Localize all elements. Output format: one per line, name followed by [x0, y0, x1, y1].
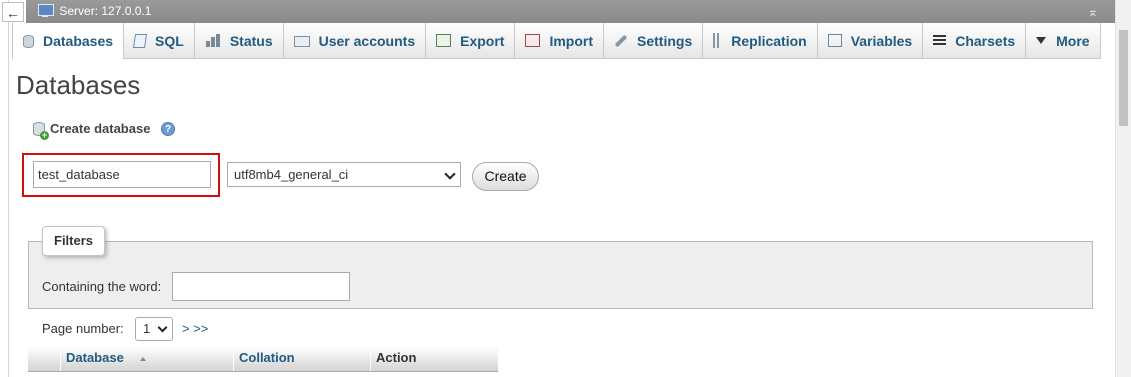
tab-label: Databases: [43, 33, 114, 49]
collation-selected-value: utf8mb4_general_ci: [234, 167, 349, 182]
left-gutter: [0, 0, 9, 377]
server-title[interactable]: Server: 127.0.0.1: [59, 4, 151, 18]
tab-variables[interactable]: Variables: [817, 23, 924, 59]
databases-table-header: Database Collation Action: [28, 347, 498, 372]
database-add-icon: [33, 121, 49, 140]
user-accounts-icon: [293, 36, 310, 47]
tab-databases[interactable]: Databases: [12, 23, 125, 60]
database-name-input[interactable]: [33, 161, 211, 188]
chevron-down-icon: [444, 168, 456, 180]
back-arrow-button[interactable]: ←: [2, 2, 24, 22]
create-database-heading: Create database: [33, 121, 151, 140]
collapse-top-icon[interactable]: ⌅: [1085, 0, 1101, 23]
replication-icon: [713, 33, 720, 48]
tab-settings[interactable]: Settings: [604, 23, 704, 59]
export-icon: [436, 34, 452, 47]
tab-user-accounts[interactable]: User accounts: [283, 23, 427, 59]
column-label: Collation: [239, 350, 295, 365]
server-breadcrumb-bar: Server: 127.0.0.1 ⌅: [26, 0, 1115, 23]
status-icon: [205, 33, 221, 49]
containing-word-label: Containing the word:: [42, 279, 162, 294]
tab-label: User accounts: [318, 32, 416, 49]
main-tabs: Databases SQL Status User accounts Expor…: [12, 23, 1101, 60]
wrench-icon: [614, 34, 628, 48]
page-number-select[interactable]: 1: [135, 317, 173, 341]
tab-label: Variables: [850, 32, 913, 49]
sort-ascending-icon: [140, 357, 147, 361]
tab-label: SQL: [155, 32, 184, 49]
tab-sql[interactable]: SQL: [124, 23, 195, 59]
tab-more[interactable]: More: [1026, 23, 1101, 59]
variables-icon: [827, 34, 842, 47]
containing-word-input[interactable]: [172, 272, 350, 301]
charsets-icon: [933, 34, 947, 47]
database-icon: [23, 34, 34, 48]
next-page-link[interactable]: > >>: [182, 321, 208, 336]
chevron-down-icon: [157, 322, 168, 333]
scrollbar-thumb[interactable]: [1119, 30, 1128, 126]
tab-label: Settings: [637, 32, 693, 49]
tab-charsets[interactable]: Charsets: [923, 23, 1027, 59]
column-label: Action: [376, 350, 417, 365]
create-database-label: Create database: [50, 121, 151, 136]
tab-import[interactable]: Import: [515, 23, 605, 59]
tab-label: Import: [549, 32, 594, 49]
sql-icon: [133, 33, 148, 48]
tab-replication[interactable]: Replication: [703, 23, 818, 59]
page-number-label: Page number:: [42, 321, 124, 336]
tab-label: Replication: [731, 32, 807, 49]
help-icon[interactable]: ?: [161, 122, 175, 136]
column-action: Action: [370, 347, 498, 371]
filters-legend: Filters: [42, 226, 106, 256]
create-button[interactable]: Create: [472, 162, 539, 191]
column-database[interactable]: Database: [60, 347, 233, 371]
page-number-value: 1: [143, 321, 151, 336]
tab-export[interactable]: Export: [426, 23, 516, 59]
column-label: Database: [66, 350, 124, 365]
select-all-column: [28, 347, 60, 371]
tab-label: Export: [460, 32, 505, 49]
page-title: Databases: [16, 70, 141, 100]
vertical-scrollbar[interactable]: [1115, 0, 1131, 377]
column-collation[interactable]: Collation: [233, 347, 370, 371]
triangle-down-icon: [1036, 37, 1047, 44]
tab-status[interactable]: Status: [194, 23, 284, 59]
tab-label: Status: [229, 32, 273, 49]
collation-select[interactable]: utf8mb4_general_ci: [227, 162, 461, 187]
tab-label: More: [1056, 32, 1090, 49]
server-icon: [38, 4, 54, 17]
import-icon: [525, 34, 541, 47]
tab-label: Charsets: [955, 32, 1016, 49]
